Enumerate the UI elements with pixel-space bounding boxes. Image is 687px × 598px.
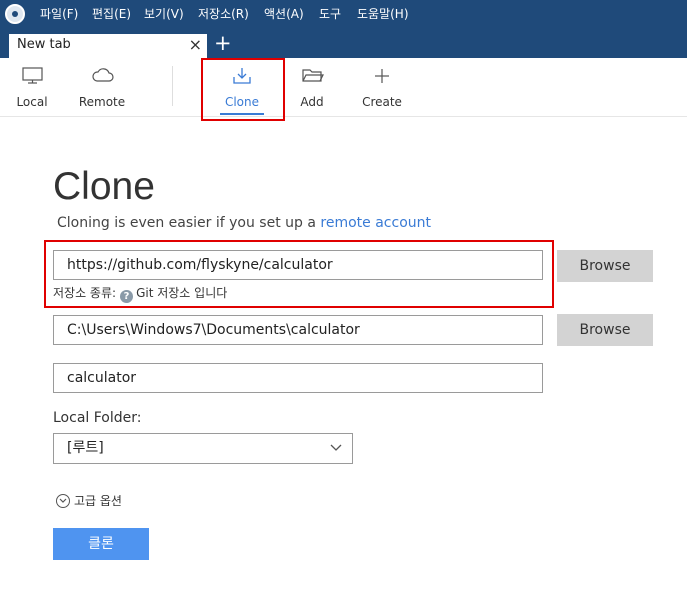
toolbar-remote-button[interactable]: Remote bbox=[72, 58, 132, 116]
toolbar: Local Remote Clone Add Create bbox=[0, 58, 687, 117]
folder-icon bbox=[302, 69, 324, 82]
tab-new-tab[interactable]: New tab × bbox=[9, 34, 207, 58]
toolbar-add-label: Add bbox=[300, 95, 324, 109]
menu-actions[interactable]: 액션(A) bbox=[264, 5, 304, 22]
tab-bar: New tab × + bbox=[0, 28, 687, 58]
toolbar-add-button[interactable]: Add bbox=[282, 58, 342, 116]
toolbar-create-label: Create bbox=[362, 95, 402, 109]
toolbar-create-button[interactable]: Create bbox=[352, 58, 412, 116]
local-folder-label: Local Folder: bbox=[53, 410, 142, 426]
local-folder-value: [루트] bbox=[67, 440, 104, 456]
help-icon[interactable]: ? bbox=[120, 290, 134, 303]
chevron-down-circle-icon bbox=[56, 494, 70, 508]
new-tab-icon[interactable]: + bbox=[214, 30, 232, 56]
plus-icon bbox=[375, 69, 389, 83]
download-icon bbox=[233, 68, 251, 84]
browse-destination-button[interactable]: Browse bbox=[557, 314, 653, 346]
source-url-input[interactable]: https://github.com/flyskyne/calculator bbox=[53, 250, 543, 280]
toolbar-clone-button[interactable]: Clone bbox=[212, 58, 272, 116]
toolbar-clone-label: Clone bbox=[224, 95, 260, 109]
menu-bar: 파일(F) 편집(E) 보기(V) 저장소(R) 액션(A) 도구 도움말(H) bbox=[0, 0, 687, 28]
menu-repository[interactable]: 저장소(R) bbox=[198, 5, 249, 22]
clone-submit-button[interactable]: 클론 bbox=[53, 528, 149, 560]
close-icon[interactable]: × bbox=[189, 35, 202, 55]
toolbar-separator bbox=[172, 66, 173, 106]
toolbar-remote-label: Remote bbox=[78, 95, 126, 109]
menu-edit[interactable]: 편집(E) bbox=[92, 5, 131, 22]
repo-type-label: 저장소 종류: bbox=[53, 286, 117, 300]
advanced-options-toggle[interactable]: 고급 옵션 bbox=[56, 492, 122, 509]
browse-source-button[interactable]: Browse bbox=[557, 250, 653, 282]
chevron-down-icon bbox=[330, 444, 342, 451]
menu-tools[interactable]: 도구 bbox=[319, 5, 341, 22]
repo-type-info: 저장소 종류:? Git 저장소 입니다 bbox=[53, 284, 227, 303]
monitor-icon bbox=[22, 67, 43, 84]
advanced-options-label: 고급 옵션 bbox=[74, 494, 122, 508]
menu-help[interactable]: 도움말(H) bbox=[357, 5, 409, 22]
tab-title: New tab bbox=[17, 37, 71, 52]
app-logo-icon[interactable] bbox=[5, 4, 25, 24]
page-subtitle: Cloning is even easier if you set up a r… bbox=[57, 215, 431, 231]
page-title: Clone bbox=[53, 165, 155, 208]
toolbar-local-button[interactable]: Local bbox=[2, 58, 62, 116]
local-folder-select[interactable]: [루트] bbox=[53, 433, 353, 464]
repo-type-value: Git 저장소 입니다 bbox=[136, 286, 228, 300]
cloud-icon bbox=[92, 68, 114, 82]
active-tool-indicator bbox=[220, 113, 264, 115]
remote-account-link[interactable]: remote account bbox=[320, 215, 431, 231]
subtitle-text: Cloning is even easier if you set up a bbox=[57, 215, 321, 231]
menu-view[interactable]: 보기(V) bbox=[144, 5, 184, 22]
menu-file[interactable]: 파일(F) bbox=[40, 5, 78, 22]
toolbar-local-label: Local bbox=[16, 95, 48, 109]
repo-name-input[interactable]: calculator bbox=[53, 363, 543, 393]
destination-path-input[interactable]: C:\Users\Windows7\Documents\calculator bbox=[53, 315, 543, 345]
